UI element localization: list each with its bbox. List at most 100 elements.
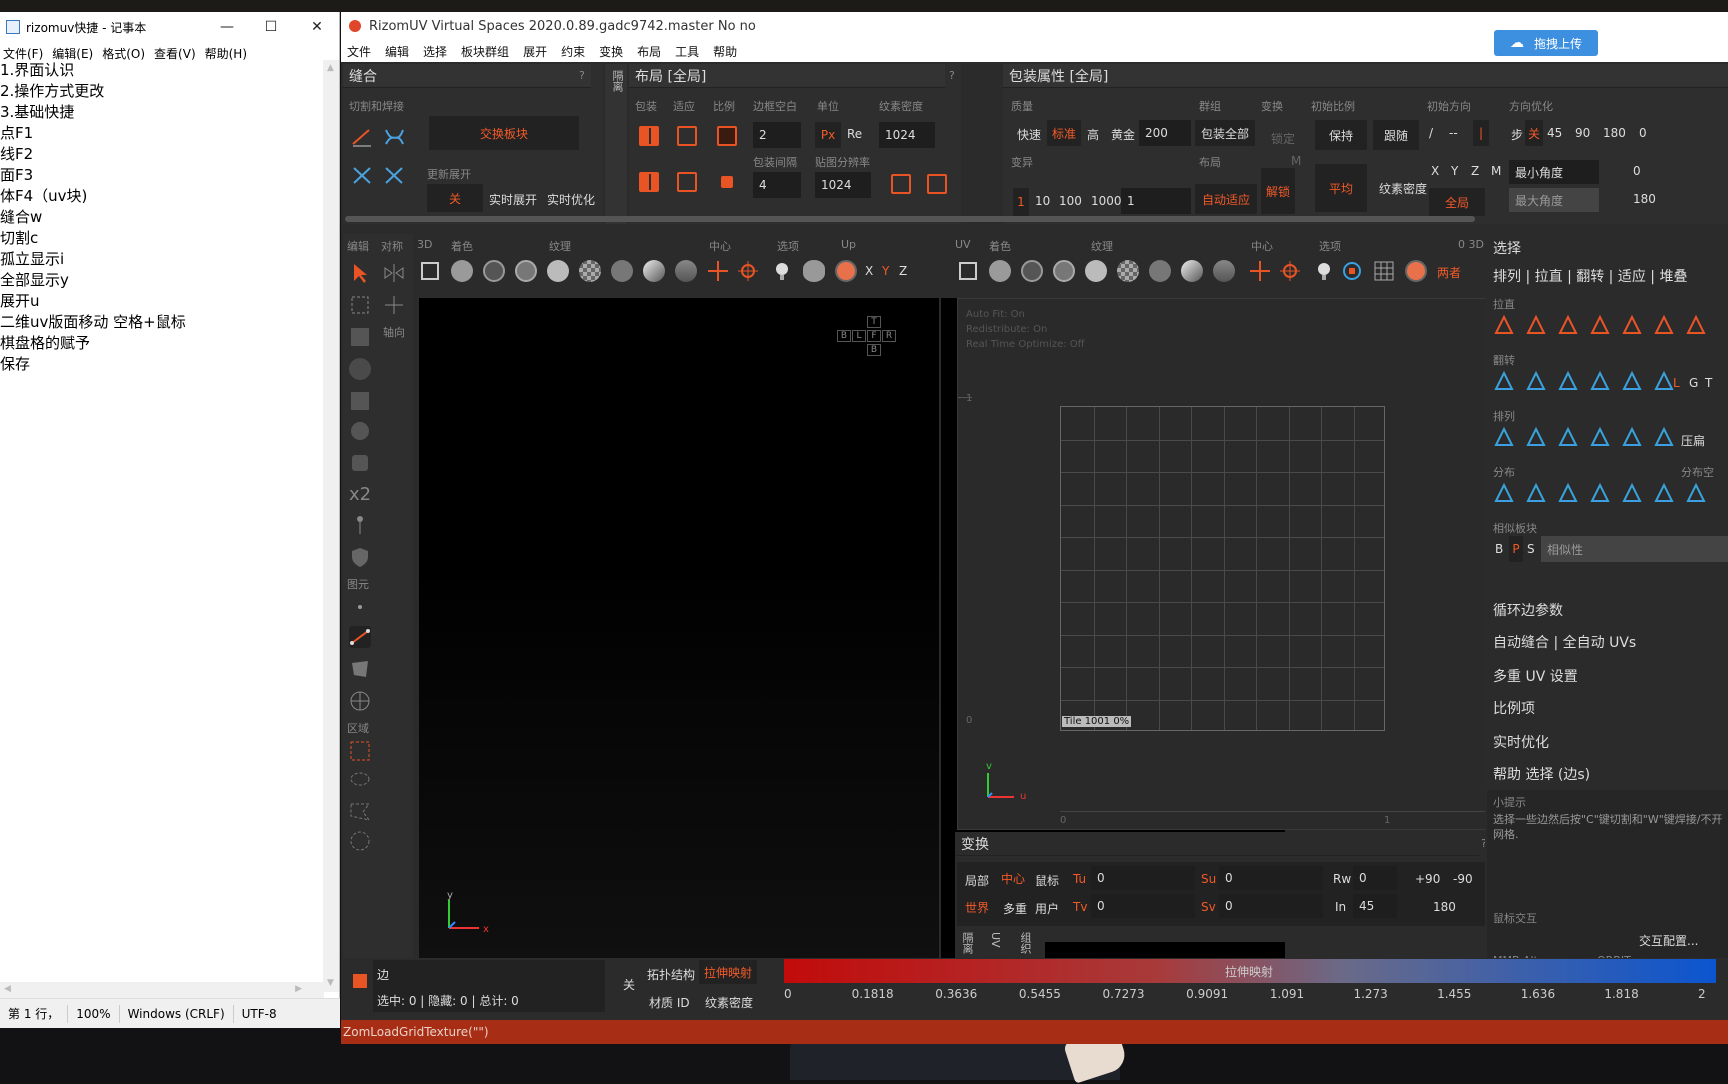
variation-1[interactable]: 1 [1013, 188, 1029, 216]
uv-tile-grid-icon[interactable] [1373, 260, 1395, 282]
cube-icon[interactable] [349, 452, 371, 474]
quality-fast[interactable]: 快速 [1017, 126, 1041, 143]
map-res-field[interactable]: 1024 [815, 172, 871, 198]
notepad-window[interactable]: rizomuv快捷 - 记事本 — ☐ ✕ 文件(F) 编辑(E) 格式(O) … [0, 12, 340, 1028]
straighten-icon[interactable] [1621, 314, 1643, 336]
similarity-field[interactable]: 相似性 [1541, 536, 1728, 562]
multi-uv-settings[interactable]: 多重 UV 设置 [1493, 666, 1578, 686]
dir-dash-button[interactable]: -- [1449, 126, 1458, 140]
checker-sphere-icon[interactable] [579, 260, 601, 282]
spacing-field[interactable]: 4 [753, 172, 801, 198]
cut-icon[interactable] [351, 126, 373, 148]
realtime-optimize[interactable]: 实时优化 [1493, 732, 1549, 752]
distribute-icon[interactable] [1685, 482, 1707, 504]
topology-button[interactable]: 拓扑结构 [647, 966, 695, 983]
frame-icon[interactable] [419, 260, 441, 282]
uv-light-bulb-icon[interactable] [1313, 260, 1335, 282]
rizomuv-window[interactable]: RizomUV Virtual Spaces 2020.0.89.gadc974… [341, 12, 1728, 1044]
help-select-edges[interactable]: 帮助 选择 (边s) [1493, 764, 1590, 784]
variation-value-field[interactable]: 1 [1121, 188, 1191, 214]
pack-all-button[interactable]: 包装全部 [1195, 120, 1255, 146]
material-id-button[interactable]: 材质 ID [649, 994, 690, 1011]
dot-sphere-icon[interactable] [611, 260, 633, 282]
isolate-side-tab[interactable]: 隔离 [605, 64, 627, 224]
nav-cube-top[interactable]: T [867, 316, 881, 328]
box-select-icon[interactable] [349, 294, 371, 316]
in-field[interactable]: 45 [1353, 894, 1397, 918]
nav-cube-front[interactable]: F [867, 330, 881, 342]
world-button[interactable]: 世界 [961, 894, 993, 920]
rz-menu-unfold[interactable]: 展开 [523, 43, 547, 60]
island-mode-icon[interactable] [349, 690, 371, 712]
distribute-icon[interactable] [1557, 482, 1579, 504]
orange-sphere-icon[interactable] [835, 260, 857, 282]
max-angle-field[interactable]: 最大角度 [1509, 188, 1599, 212]
weld-edge-icon[interactable] [383, 164, 405, 186]
axis-icon[interactable] [383, 294, 405, 316]
variation-1000[interactable]: 1000 [1091, 194, 1122, 208]
face-mode-icon[interactable] [349, 658, 371, 680]
multi-button[interactable]: 多重 [1003, 900, 1027, 917]
distribute-icon[interactable] [1493, 482, 1515, 504]
up-axis-x[interactable]: X [865, 264, 873, 278]
rz-menu-file[interactable]: 文件 [347, 43, 371, 60]
maximize-icon[interactable]: ☐ [248, 12, 294, 42]
local-button[interactable]: 局部 [965, 872, 989, 889]
tv-field[interactable]: 0 [1091, 894, 1195, 918]
axis-y[interactable]: Y [1451, 164, 1458, 178]
vp3d-tab-shading[interactable]: 着色 [451, 238, 473, 254]
side-tab-isolate[interactable]: 隔离 [959, 932, 975, 954]
unlock-button[interactable]: 解锁 [1261, 168, 1295, 214]
follow-button[interactable]: 跟随 [1373, 120, 1419, 150]
tu-field[interactable]: 0 [1091, 866, 1195, 890]
uv-center-target-icon[interactable] [1279, 260, 1301, 282]
su-field[interactable]: 0 [1219, 866, 1323, 890]
flip-icon[interactable] [1525, 370, 1547, 392]
arrange-icon[interactable] [1589, 426, 1611, 448]
similar-b-button[interactable]: B [1495, 542, 1503, 556]
update-off-button[interactable]: 关 [427, 184, 483, 212]
uv-sync-icon[interactable] [1341, 260, 1363, 282]
arrange-icon[interactable] [1653, 426, 1675, 448]
notepad-titlebar[interactable]: rizomuv快捷 - 记事本 — ☐ ✕ [0, 12, 339, 42]
rz-menu-help[interactable]: 帮助 [713, 43, 737, 60]
flip-t-button[interactable]: T [1705, 376, 1712, 390]
unit-re-button[interactable]: Re [847, 127, 862, 141]
side-tab-organize[interactable]: 组织 [1017, 932, 1033, 954]
minimize-icon[interactable]: — [204, 12, 250, 42]
straighten-icon[interactable] [1557, 314, 1579, 336]
min-angle-field[interactable]: 最小角度 [1509, 160, 1599, 184]
grid-icon[interactable] [349, 390, 371, 412]
distribute-icon[interactable] [1653, 482, 1675, 504]
fit-grouped-icon[interactable] [677, 172, 697, 192]
rect-region-icon[interactable] [349, 740, 371, 762]
vp3d-tab-texture[interactable]: 纹理 [549, 238, 571, 254]
uv-center-cross-icon[interactable] [1249, 260, 1271, 282]
rotate-180-button[interactable]: 180 [1433, 900, 1456, 914]
vertical-scrollbar[interactable]: ▲ ▼ [323, 60, 339, 992]
distribute-icon[interactable] [1525, 482, 1547, 504]
close-icon[interactable]: ✕ [294, 12, 340, 42]
shield-icon[interactable] [349, 546, 371, 568]
quality-high[interactable]: 高 [1087, 126, 1099, 143]
layout-extra-icon-1[interactable] [891, 174, 911, 194]
up-axis-y[interactable]: Y [882, 264, 889, 278]
arrange-icon[interactable] [1621, 426, 1643, 448]
flip-icon[interactable] [1589, 370, 1611, 392]
axis-m[interactable]: M [1491, 164, 1501, 178]
uv-lit-sphere[interactable] [1085, 260, 1107, 282]
realtime-unfold-button[interactable]: 实时展开 [489, 191, 537, 208]
scale-items[interactable]: 比例项 [1493, 698, 1535, 718]
lit-sphere-icon[interactable] [547, 260, 569, 282]
uv-landscape-sphere[interactable] [1213, 260, 1235, 282]
similar-s-button[interactable]: S [1527, 542, 1535, 556]
max-angle-value[interactable]: 180 [1633, 192, 1656, 206]
poly-lasso-icon[interactable] [349, 800, 371, 822]
nav-cube-back[interactable]: B [837, 330, 851, 342]
arrange-icon[interactable] [1493, 426, 1515, 448]
center-button[interactable]: 中心 [997, 866, 1029, 890]
auto-seam[interactable]: 自动缝合 | 全自动 UVs [1493, 632, 1636, 652]
weld-icon[interactable] [383, 126, 405, 148]
light-bulb-icon[interactable] [771, 260, 793, 282]
rz-menu-tools[interactable]: 工具 [675, 43, 699, 60]
